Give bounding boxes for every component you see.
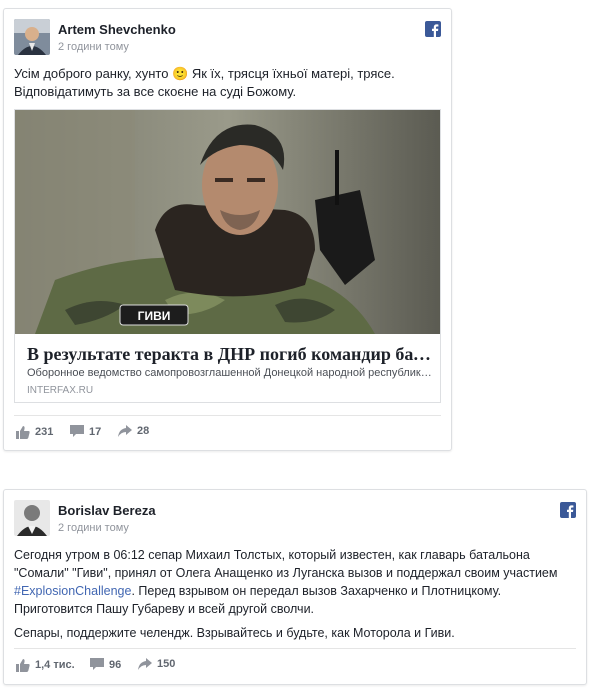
link-title[interactable]: В результате теракта в ДНР погиб команди… bbox=[27, 344, 432, 365]
post-text-line: Сегодня утром в 06:12 сепар Михаил Толст… bbox=[14, 548, 530, 562]
link-description: Оборонное ведомство самопровозглашенной … bbox=[27, 367, 432, 379]
comments-stat[interactable]: 17 bbox=[70, 425, 101, 438]
facebook-icon[interactable] bbox=[425, 21, 441, 37]
facebook-icon[interactable] bbox=[560, 502, 576, 518]
hashtag-link[interactable]: #ExplosionChallenge bbox=[14, 584, 131, 598]
post-header: Artem Shevchenko 2 години тому bbox=[14, 19, 441, 59]
shares-stat[interactable]: 150 bbox=[138, 658, 175, 670]
post-card: Artem Shevchenko 2 години тому Усім добр… bbox=[3, 8, 452, 451]
post-text-line: Приготовится Пашу Губареву и всей другой… bbox=[14, 602, 315, 616]
likes-stat[interactable]: 1,4 тис. bbox=[16, 658, 75, 672]
post-text-paragraph: Сепары, поддержите челендж. Взрывайтесь … bbox=[14, 626, 455, 640]
post-text-line: "Сомали" "Гиви", принял от Олега Анащенк… bbox=[14, 566, 558, 580]
comment-icon bbox=[90, 658, 104, 670]
author-name[interactable]: Artem Shevchenko bbox=[58, 22, 176, 37]
post-text-fragment: . Перед взрывом он передал вызов Захарче… bbox=[131, 584, 502, 598]
comments-count: 96 bbox=[109, 658, 122, 671]
post-text-line: #ExplosionChallenge. Перед взрывом он пе… bbox=[14, 582, 579, 600]
comments-stat[interactable]: 96 bbox=[90, 658, 121, 671]
author-name[interactable]: Borislav Bereza bbox=[58, 503, 156, 518]
avatar[interactable] bbox=[14, 19, 50, 55]
post-timestamp[interactable]: 2 години тому bbox=[58, 41, 129, 53]
engagement-bar: 1,4 тис. 96 150 bbox=[14, 658, 574, 676]
post-card: Borislav Bereza 2 години тому Сегодня ут… bbox=[3, 489, 587, 685]
share-arrow-icon bbox=[138, 658, 152, 670]
likes-stat[interactable]: 231 bbox=[16, 425, 53, 439]
shares-count: 150 bbox=[157, 658, 176, 670]
shares-stat[interactable]: 28 bbox=[118, 425, 149, 437]
divider bbox=[14, 415, 441, 416]
shares-count: 28 bbox=[137, 425, 150, 437]
thumbs-up-icon bbox=[16, 659, 30, 672]
comments-count: 17 bbox=[89, 425, 102, 438]
link-preview-image[interactable]: ГИВИ bbox=[15, 110, 440, 334]
post-timestamp[interactable]: 2 години тому bbox=[58, 522, 129, 534]
likes-count: 231 bbox=[35, 426, 54, 438]
avatar[interactable] bbox=[14, 500, 50, 536]
post-text: Сегодня утром в 06:12 сепар Михаил Толст… bbox=[14, 546, 579, 642]
share-arrow-icon bbox=[118, 425, 132, 437]
engagement-bar: 231 17 28 bbox=[14, 425, 434, 443]
link-source: INTERFAX.RU bbox=[27, 385, 94, 396]
thumbs-up-icon bbox=[16, 426, 30, 439]
divider bbox=[14, 648, 576, 649]
comment-icon bbox=[70, 425, 84, 437]
patch-caption: ГИВИ bbox=[138, 309, 171, 323]
likes-count: 1,4 тис. bbox=[35, 659, 75, 671]
link-preview-card[interactable]: ГИВИ В результате теракта в ДНР погиб ко… bbox=[14, 109, 441, 403]
post-text: Усім доброго ранку, хунто 🙂 Як їх, трясц… bbox=[14, 66, 395, 99]
post-header: Borislav Bereza 2 години тому bbox=[14, 500, 576, 540]
